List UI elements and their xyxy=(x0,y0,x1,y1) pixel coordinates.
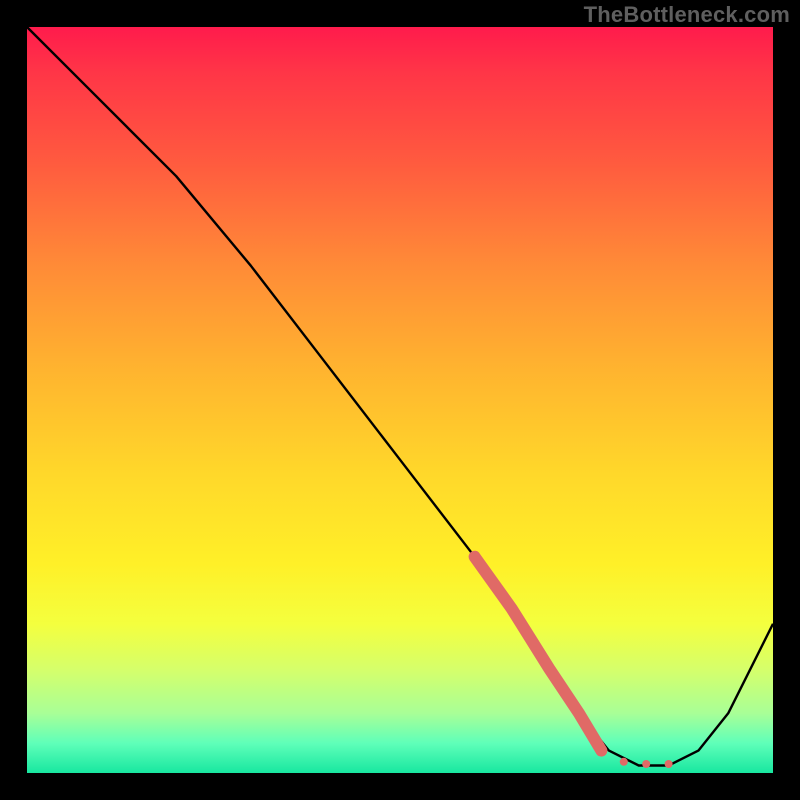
highlight-thick-segment xyxy=(475,557,602,751)
highlight-dot xyxy=(642,760,650,768)
highlight-dot xyxy=(620,758,628,766)
highlight-dot xyxy=(597,747,605,755)
highlight-segment-group xyxy=(475,557,673,768)
watermark-text: TheBottleneck.com xyxy=(584,2,790,28)
chart-frame: TheBottleneck.com xyxy=(0,0,800,800)
bottleneck-curve-path xyxy=(27,27,773,766)
highlight-dot xyxy=(665,760,673,768)
chart-overlay xyxy=(27,27,773,773)
